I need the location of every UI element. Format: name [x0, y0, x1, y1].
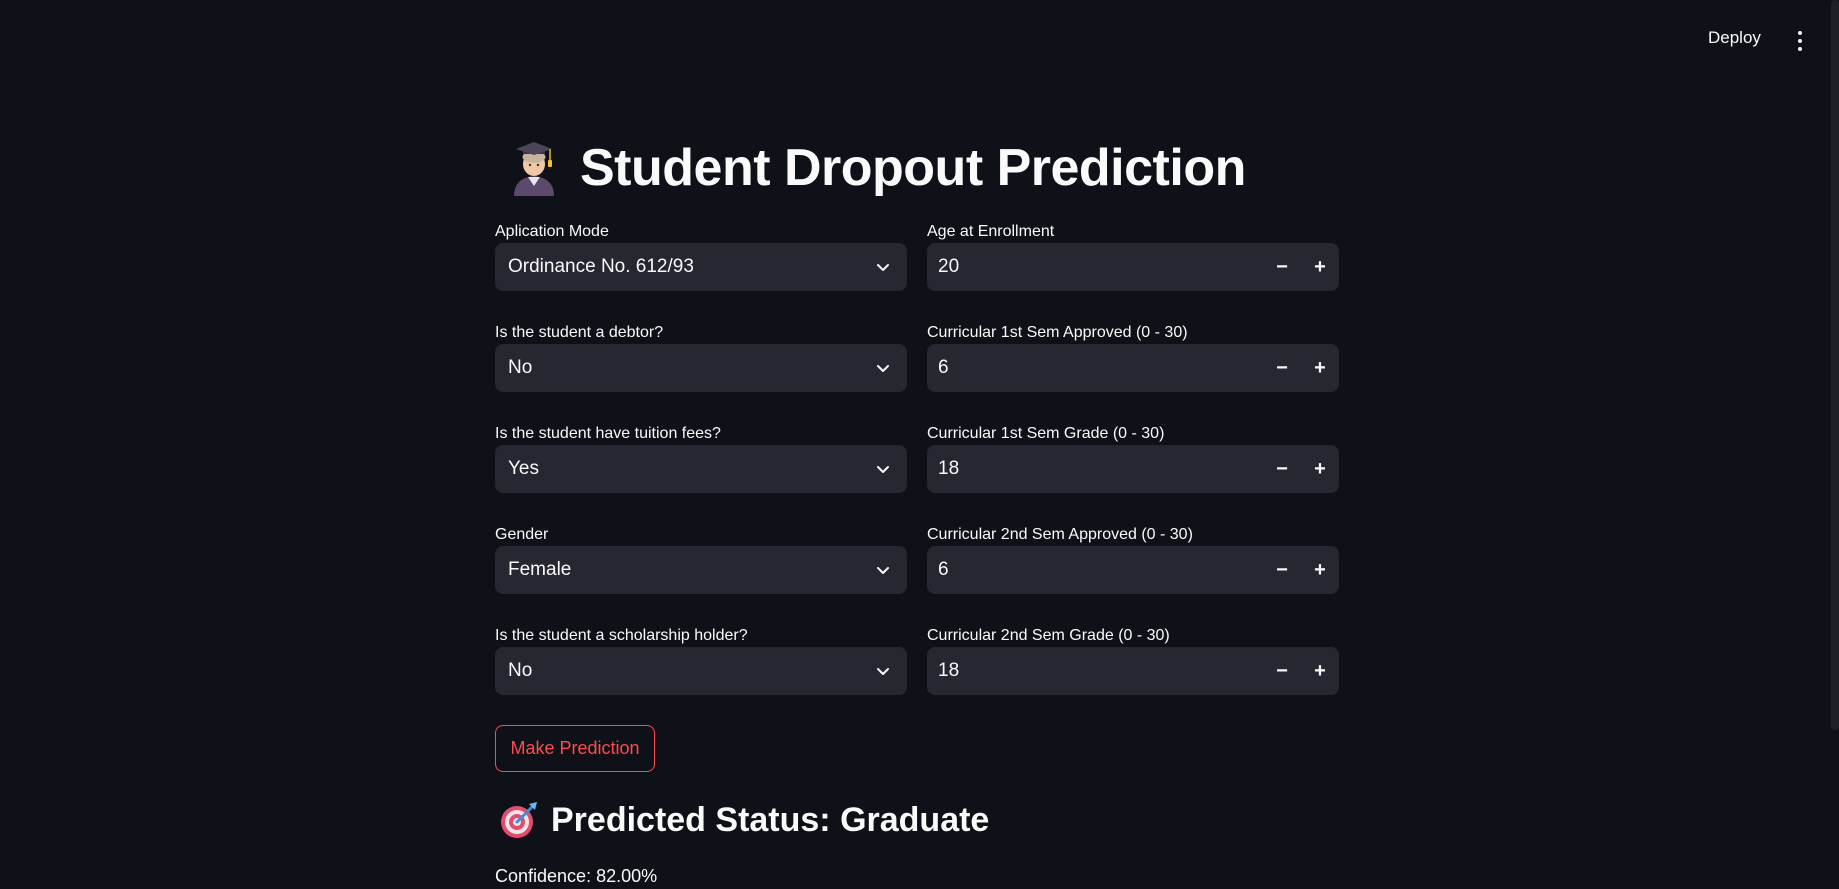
app-header: Deploy [0, 0, 1839, 82]
make-prediction-button[interactable]: Make Prediction [495, 725, 655, 772]
scholarship-select[interactable]: No [495, 647, 907, 695]
debtor-select[interactable]: No [495, 344, 907, 392]
age-enrollment-field: Age at Enrollment 20 − + [927, 223, 1339, 313]
page-title-row: Student Dropout Prediction [495, 138, 1246, 198]
field-label: Gender [495, 526, 549, 543]
select-value: Female [508, 559, 572, 580]
prediction-result: Predicted Status: Graduate [495, 800, 989, 840]
sem2-grade-input[interactable]: 18 − + [927, 647, 1339, 695]
select-value: Yes [508, 458, 539, 479]
scrollbar[interactable] [1831, 0, 1839, 730]
number-value: 6 [938, 559, 949, 580]
chevron-down-icon [877, 466, 889, 473]
field-label: Curricular 1st Sem Approved (0 - 30) [927, 324, 1188, 341]
confidence-text: Confidence: 82.00% [495, 866, 658, 886]
field-label: Is the student a scholarship holder? [495, 627, 748, 644]
deploy-button[interactable]: Deploy [1708, 28, 1761, 48]
field-label: Curricular 1st Sem Grade (0 - 30) [927, 425, 1165, 442]
number-value: 6 [938, 357, 949, 378]
field-label: Curricular 2nd Sem Approved (0 - 30) [927, 526, 1193, 543]
decrement-button[interactable]: − [1263, 344, 1301, 392]
gender-field: Gender Female [495, 526, 907, 616]
decrement-button[interactable]: − [1263, 647, 1301, 695]
decrement-button[interactable]: − [1263, 546, 1301, 594]
application-mode-select[interactable]: Ordinance No. 612/93 [495, 243, 907, 291]
increment-button[interactable]: + [1301, 243, 1339, 291]
sem1-approved-field: Curricular 1st Sem Approved (0 - 30) 6 −… [927, 324, 1339, 414]
debtor-field: Is the student a debtor? No [495, 324, 907, 414]
vertical-ellipsis-icon [1798, 31, 1802, 35]
graduate-icon [514, 142, 554, 196]
age-enrollment-input[interactable]: 20 − + [927, 243, 1339, 291]
tuition-fees-field: Is the student have tuition fees? Yes [495, 425, 907, 515]
gender-select[interactable]: Female [495, 546, 907, 594]
number-value: 20 [938, 256, 960, 277]
field-label: Is the student have tuition fees? [495, 425, 721, 442]
target-icon [501, 802, 537, 838]
scholarship-field: Is the student a scholarship holder? No [495, 627, 907, 717]
field-label: Aplication Mode [495, 223, 609, 240]
predicted-status: Predicted Status: Graduate [551, 800, 990, 839]
increment-button[interactable]: + [1301, 647, 1339, 695]
field-label: Age at Enrollment [927, 223, 1055, 240]
decrement-button[interactable]: − [1263, 243, 1301, 291]
chevron-down-icon [877, 365, 889, 372]
select-value: No [508, 357, 533, 378]
increment-button[interactable]: + [1301, 546, 1339, 594]
sem2-grade-field: Curricular 2nd Sem Grade (0 - 30) 18 − + [927, 627, 1339, 717]
chevron-down-icon [877, 264, 889, 271]
field-label: Is the student a debtor? [495, 324, 664, 341]
page-title: Student Dropout Prediction [580, 139, 1246, 197]
sem2-approved-input[interactable]: 6 − + [927, 546, 1339, 594]
sem1-approved-input[interactable]: 6 − + [927, 344, 1339, 392]
chevron-down-icon [877, 668, 889, 675]
decrement-button[interactable]: − [1263, 445, 1301, 493]
application-mode-field: Aplication Mode Ordinance No. 612/93 [495, 223, 907, 313]
increment-button[interactable]: + [1301, 344, 1339, 392]
sem1-grade-input[interactable]: 18 − + [927, 445, 1339, 493]
sem2-approved-field: Curricular 2nd Sem Approved (0 - 30) 6 −… [927, 526, 1339, 616]
number-value: 18 [938, 660, 960, 681]
select-value: Ordinance No. 612/93 [508, 256, 694, 277]
select-value: No [508, 660, 533, 681]
chevron-down-icon [877, 567, 889, 574]
field-label: Curricular 2nd Sem Grade (0 - 30) [927, 627, 1170, 644]
tuition-fees-select[interactable]: Yes [495, 445, 907, 493]
main-menu-button[interactable] [1788, 28, 1812, 54]
number-value: 18 [938, 458, 960, 479]
increment-button[interactable]: + [1301, 445, 1339, 493]
sem1-grade-field: Curricular 1st Sem Grade (0 - 30) 18 − + [927, 425, 1339, 515]
